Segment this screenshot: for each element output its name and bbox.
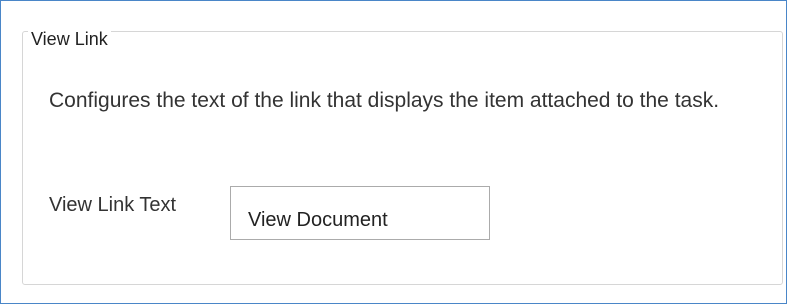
view-link-text-label: View Link Text xyxy=(49,194,177,216)
section-legend: View Link xyxy=(28,28,111,50)
section-description: Configures the text of the link that dis… xyxy=(49,89,720,112)
view-link-fieldset xyxy=(22,31,783,285)
view-link-text-input[interactable] xyxy=(230,186,490,240)
